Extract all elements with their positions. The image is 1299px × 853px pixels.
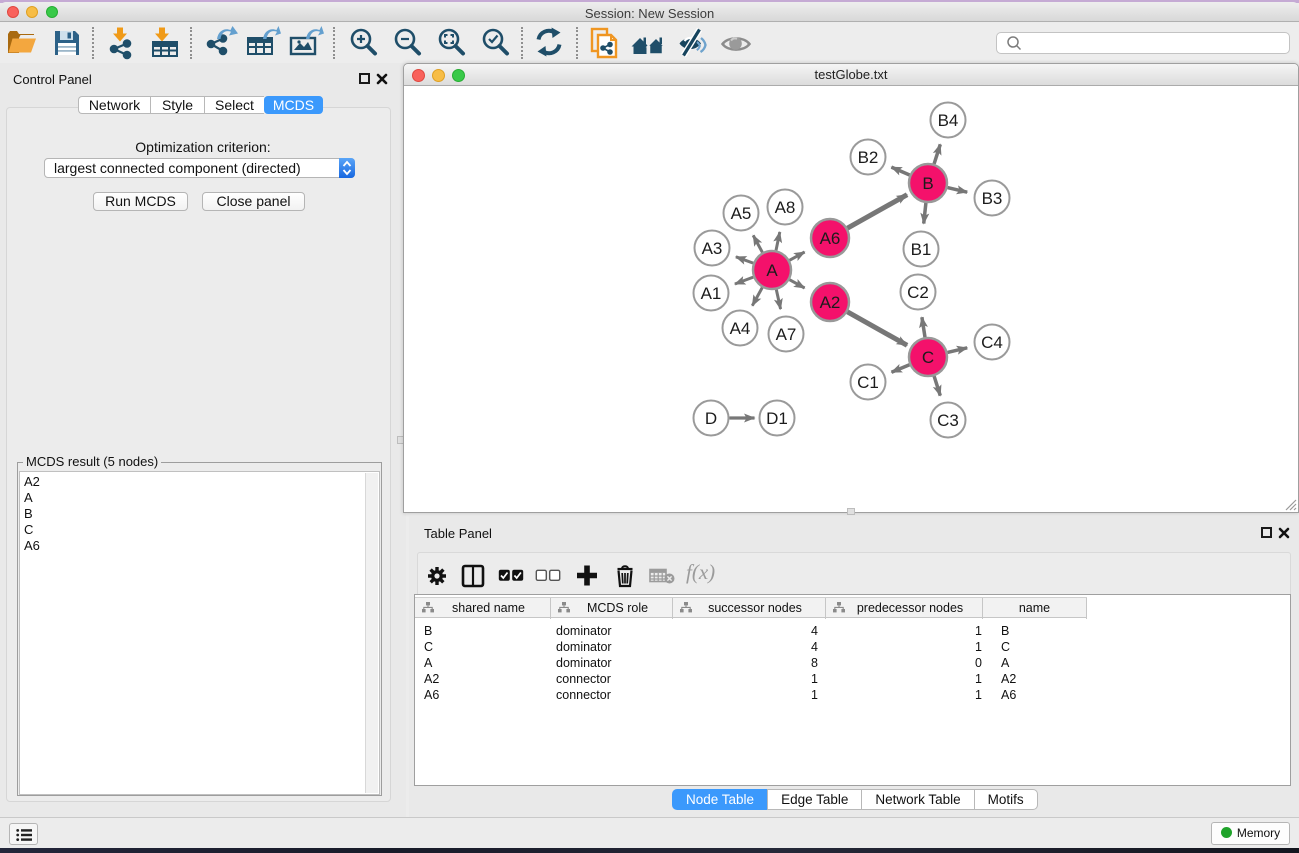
svg-text:B2: B2 xyxy=(858,148,879,167)
svg-text:A3: A3 xyxy=(702,239,723,258)
svg-text:C4: C4 xyxy=(981,333,1003,352)
svg-text:A1: A1 xyxy=(701,284,722,303)
svg-text:B1: B1 xyxy=(911,240,932,259)
svg-text:D1: D1 xyxy=(766,409,788,428)
svg-text:A2: A2 xyxy=(820,293,841,312)
svg-text:D: D xyxy=(705,409,717,428)
svg-text:A6: A6 xyxy=(820,229,841,248)
svg-text:B4: B4 xyxy=(938,111,959,130)
svg-text:A7: A7 xyxy=(776,325,797,344)
svg-text:C1: C1 xyxy=(857,373,879,392)
svg-text:B: B xyxy=(922,174,933,193)
svg-text:A4: A4 xyxy=(730,319,751,338)
svg-text:C: C xyxy=(922,348,934,367)
svg-text:A8: A8 xyxy=(775,198,796,217)
svg-text:C2: C2 xyxy=(907,283,929,302)
svg-text:A: A xyxy=(766,261,778,280)
svg-text:C3: C3 xyxy=(937,411,959,430)
svg-text:A5: A5 xyxy=(731,204,752,223)
svg-text:B3: B3 xyxy=(982,189,1003,208)
